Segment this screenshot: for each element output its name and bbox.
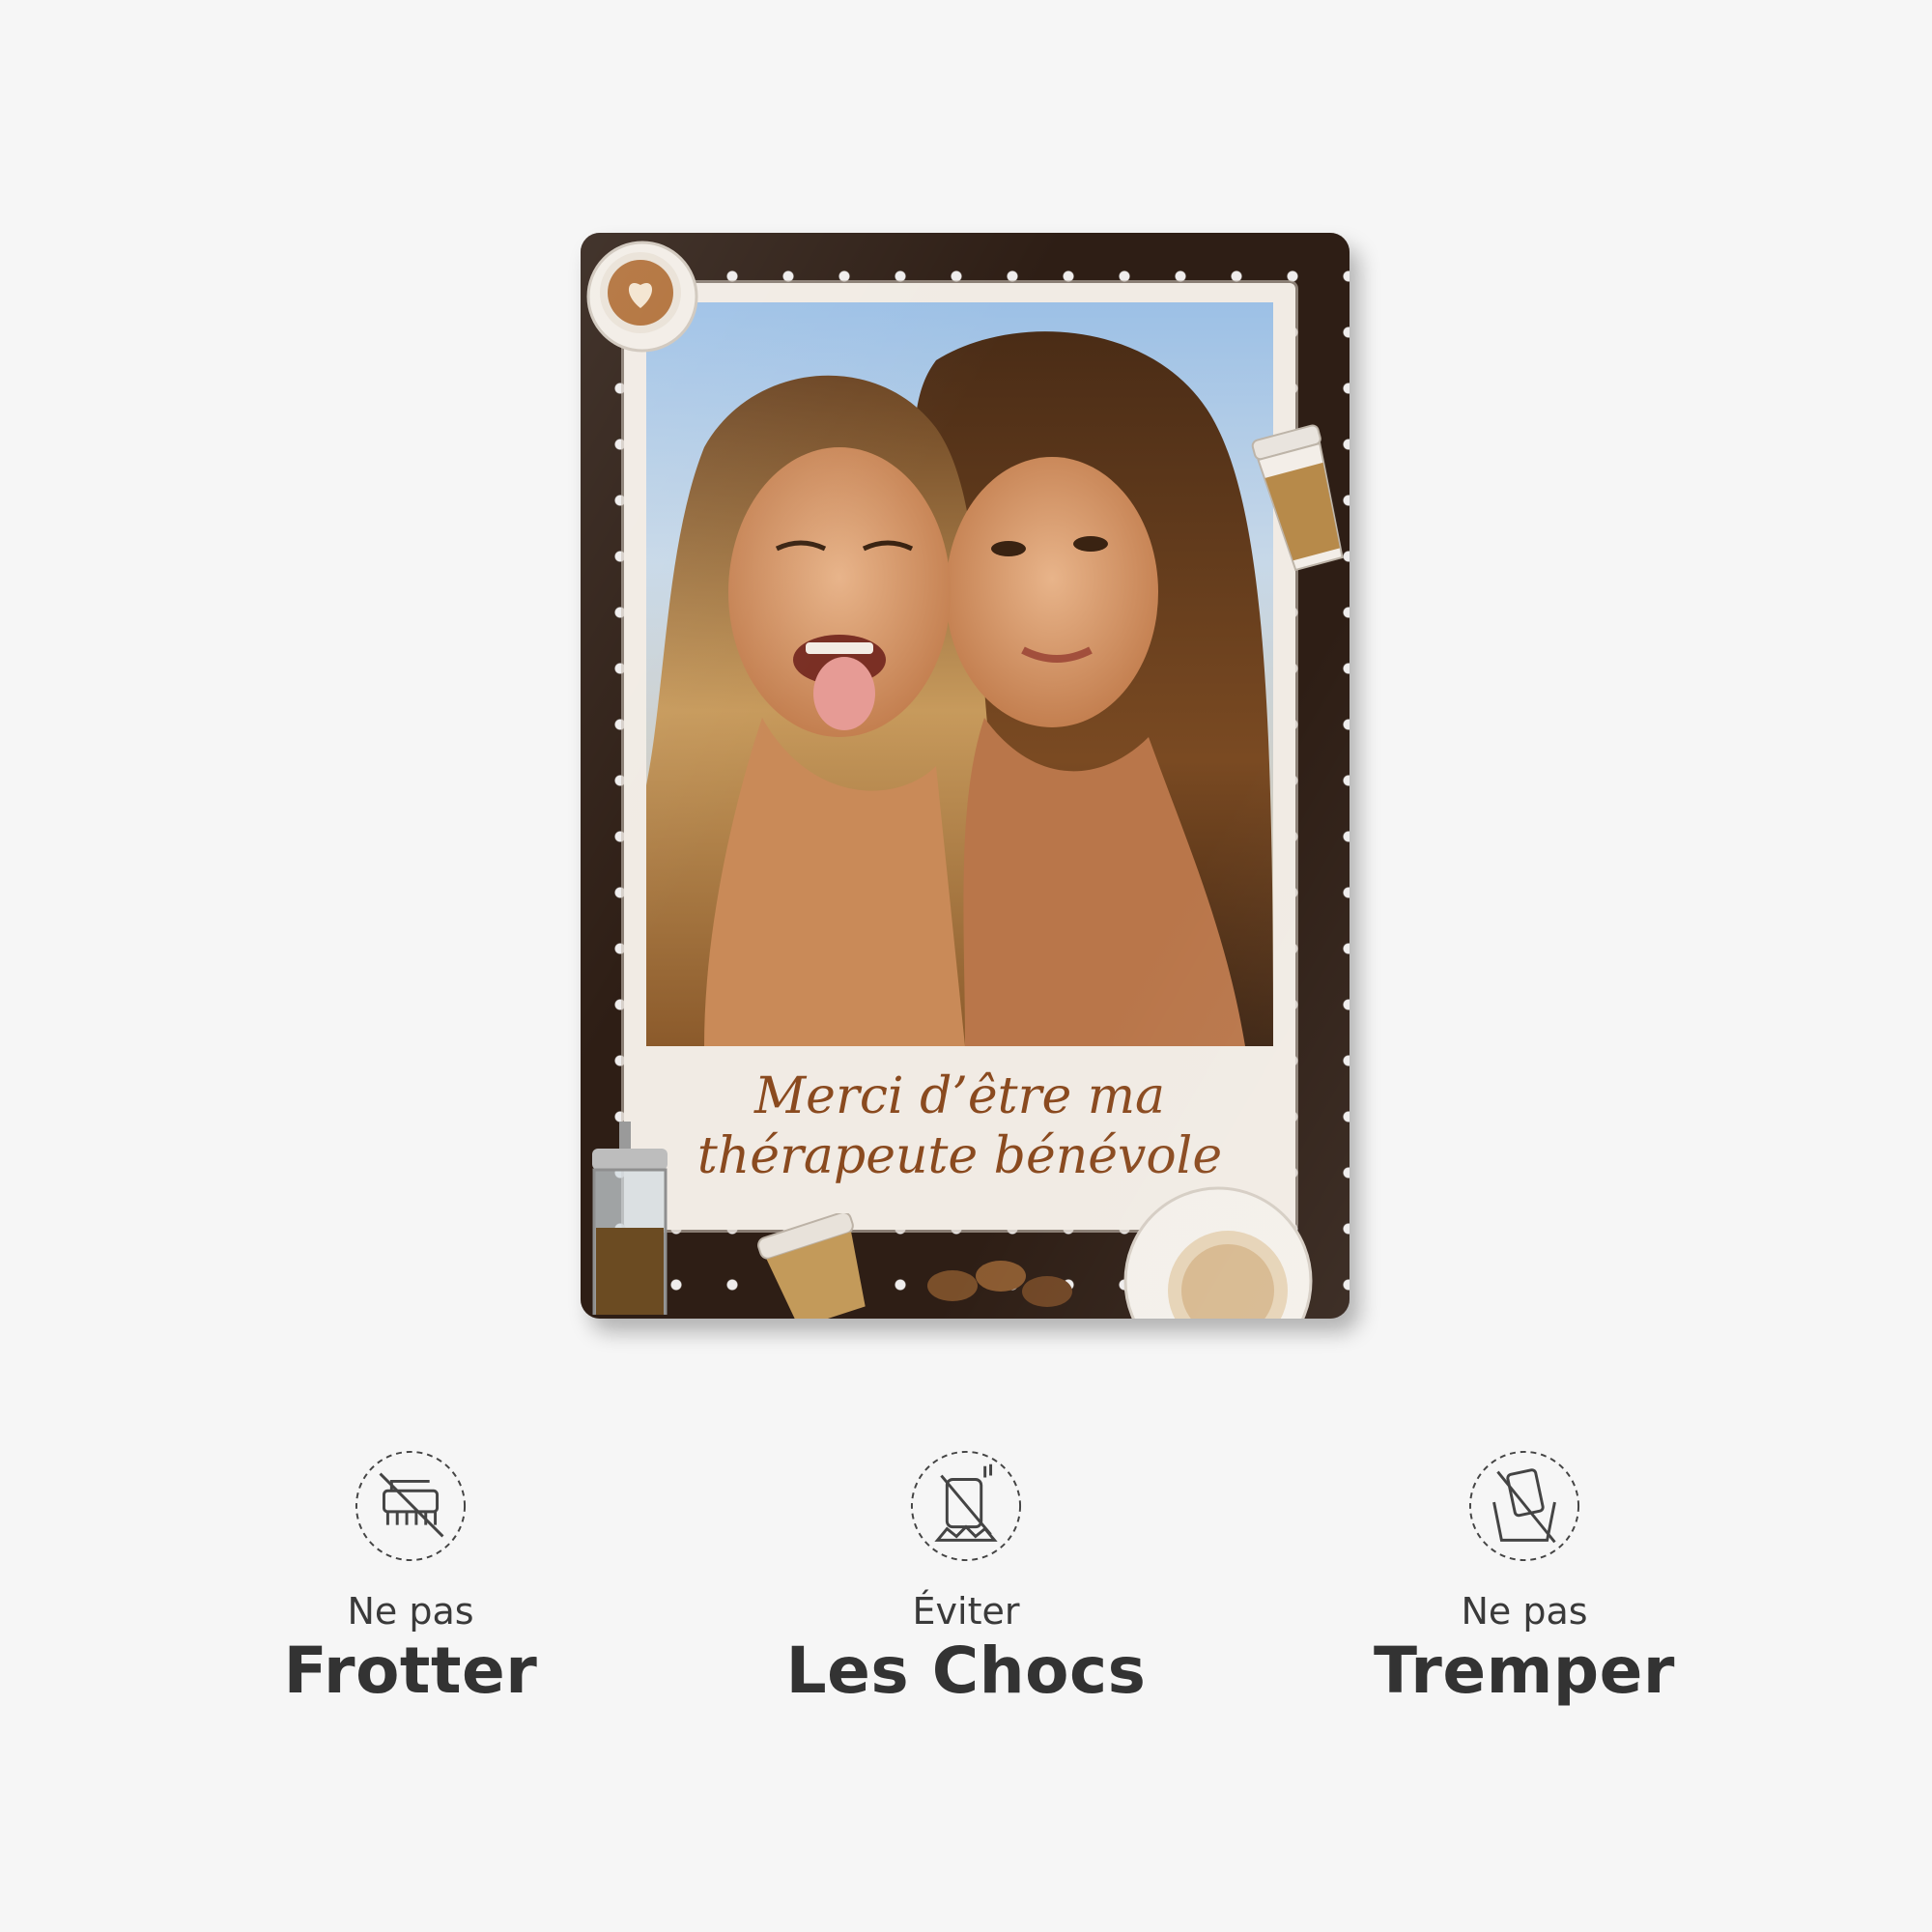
coffee-beans-icon [927,1261,1072,1307]
no-soak-icon [1468,1450,1580,1562]
care-label-big: Frotter [283,1634,538,1708]
cappuccino-saucer-icon [1123,1186,1313,1319]
photo-plaque-product: Merci d’être ma thérapeute bénévole [581,233,1350,1319]
french-press-icon [592,1122,668,1315]
care-item-no-scrub: Ne pas Frotter [217,1449,604,1708]
polaroid-frame: Merci d’être ma thérapeute bénévole [624,283,1295,1230]
watercolor-portrait-image [646,302,1273,1046]
care-label-small: Ne pas [347,1590,474,1633]
product-page: Merci d’être ma thérapeute bénévole Ne p… [0,0,1932,1932]
care-label-small: Ne pas [1461,1590,1588,1633]
care-label-big: Tremper [1374,1634,1675,1708]
caption-line-1: Merci d’être ma [753,1067,1166,1125]
care-item-no-impact: Éviter Les Chocs [773,1449,1159,1708]
takeaway-cup-icon [1251,424,1344,572]
caption-text: Merci d’être ma thérapeute bénévole [643,1054,1276,1199]
friends-photo [646,302,1273,1046]
care-item-no-soak: Ne pas Tremper [1331,1449,1718,1708]
no-scrub-brush-icon [355,1450,467,1562]
caption-line-2: thérapeute bénévole [696,1127,1223,1185]
latte-cup-icon [586,241,698,353]
coffee-cup-bottom-icon [757,1213,866,1319]
no-impact-icon [910,1450,1022,1562]
care-label-small: Éviter [912,1590,1020,1633]
care-label-big: Les Chocs [785,1634,1147,1708]
